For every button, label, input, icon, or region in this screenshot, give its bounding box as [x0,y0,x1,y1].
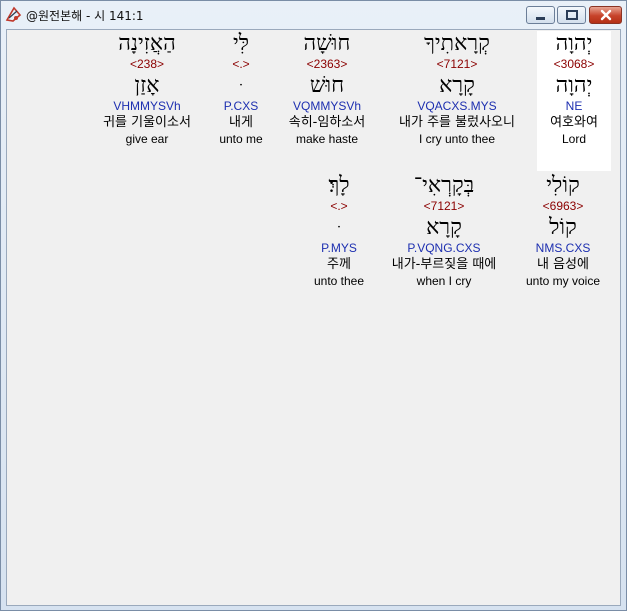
window-title: @원전본해 - 시 141:1 [26,9,144,23]
hebrew-word: לָךְ׃ [328,173,350,198]
english-gloss: when I cry [416,274,472,288]
title-bar[interactable]: @원전본해 - 시 141:1 [1,1,626,28]
morphology-code: VHMMYSVh [113,99,181,113]
korean-gloss: 주께 [327,257,351,272]
lexical-form: קָרָא [439,73,475,98]
strong-number-link[interactable]: <3068> [537,57,611,71]
morphology-code: P.VQNG.CXS [407,241,481,255]
lexical-form: יְהוָה [555,73,593,98]
lexical-form: ּ [211,73,271,99]
hebrew-word: לִּי [232,31,250,56]
hebrew-word: בְּקָרְאִי־ [413,173,475,198]
hebrew-word: חוּשָׁה [303,31,351,56]
english-gloss: I cry unto thee [418,132,496,146]
strong-number-link[interactable]: <6963> [519,199,607,213]
hebrew-word: הַאֲזִינָה [118,31,176,56]
close-icon [600,9,612,21]
strong-number-link[interactable]: <.> [305,199,373,213]
word-column[interactable]: בְּקָרְאִי־ <7121> קָרָא P.VQNG.CXS 내가-부… [377,173,511,288]
english-gloss: unto me [219,132,263,146]
minimize-icon [536,17,545,20]
minimize-button[interactable] [526,6,555,24]
word-column[interactable]: קוֹלִי <6963> קוֹל NMS.CXS 내 음성에 unto my… [519,173,607,288]
lexical-form: קוֹל [549,215,577,240]
morphology-code: P.CXS [223,99,259,113]
morphology-code: NE [565,99,583,113]
verse-analysis-pane: יְהוָה <3068> יְהוָה NE 여호와여 Lord קְרָאת… [6,29,621,606]
word-column[interactable]: קְרָאתִיךָ <7121> קָרָא VQACXS.MYS 내가 주를… [382,31,532,146]
maximize-icon [566,10,578,20]
strong-number-link[interactable]: <2363> [282,57,372,71]
lexical-form: חוּשׁ [309,73,345,98]
strong-number-link[interactable]: <.> [211,57,271,71]
lexical-form: ּ [305,215,373,241]
strong-number-link[interactable]: <7121> [382,57,532,71]
app-logo-icon [5,6,22,23]
english-gloss: give ear [125,132,169,146]
morphology-code: NMS.CXS [535,241,591,255]
hebrew-word: קְרָאתִיךָ [424,31,490,56]
word-column[interactable]: לָךְ׃ <.> ּ P.MYS 주께 unto thee [305,173,373,288]
english-gloss: make haste [295,132,359,146]
korean-gloss: 내 음성에 [537,257,589,272]
word-column[interactable]: יְהוָה <3068> יְהוָה NE 여호와여 Lord [537,31,611,171]
korean-gloss: 내게 [229,115,253,130]
main-window: @원전본해 - 시 141:1 יְהוָה <3068> יְהוָה NE … [0,0,627,611]
morphology-code: VQACXS.MYS [417,99,497,113]
korean-gloss: 내가 주를 불렀사오니 [399,115,515,130]
hebrew-word: קוֹלִי [546,173,580,198]
maximize-button[interactable] [557,6,586,24]
strong-number-link[interactable]: <7121> [377,199,511,213]
korean-gloss: 여호와여 [550,115,598,130]
morphology-code: P.MYS [321,241,357,255]
word-column[interactable]: חוּשָׁה <2363> חוּשׁ VQMMYSVh 속히-임하소서 ma… [282,31,372,146]
korean-gloss: 귀를 기울이소서 [103,115,191,130]
korean-gloss: 속히-임하소서 [288,115,366,130]
english-gloss: unto thee [313,274,365,288]
morphology-code: VQMMYSVh [292,99,361,113]
korean-gloss: 내가-부르짖을 때에 [391,257,497,272]
word-column[interactable]: הַאֲזִינָה <238> אָזַן VHMMYSVh 귀를 기울이소서… [91,31,203,146]
lexical-form: קָרָא [426,215,462,240]
english-gloss: Lord [561,132,587,146]
word-column[interactable]: לִּי <.> ּ P.CXS 내게 unto me [211,31,271,146]
hebrew-word: יְהוָה [555,31,593,56]
strong-number-link[interactable]: <238> [91,57,203,71]
close-button[interactable] [589,6,622,24]
english-gloss: unto my voice [525,274,601,288]
lexical-form: אָזַן [134,73,160,98]
